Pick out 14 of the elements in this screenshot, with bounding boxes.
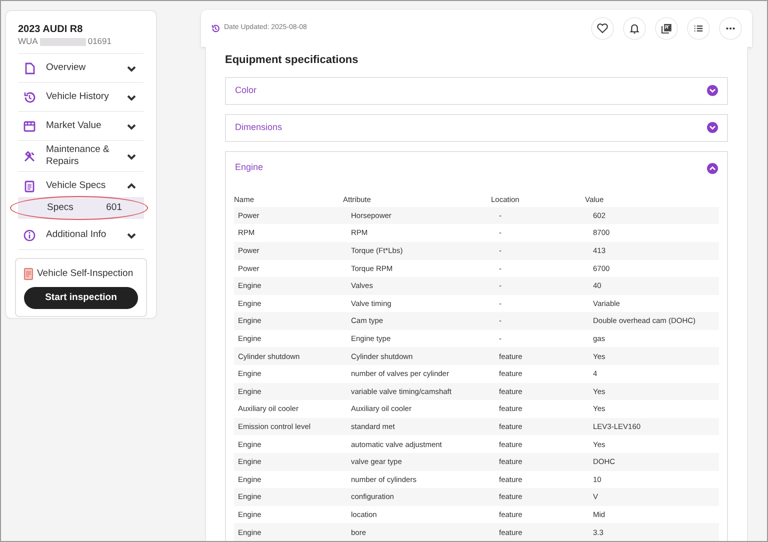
vin-text: WUA bbox=[18, 36, 38, 47]
vehicle-title: 2023 AUDI R8 bbox=[18, 23, 84, 36]
sidebar-item[interactable]: Maintenance & Repairs bbox=[18, 141, 144, 172]
sidebar-item[interactable]: Overview bbox=[18, 54, 144, 83]
sidebar-item[interactable]: Market Value bbox=[18, 112, 144, 141]
start-inspection-button[interactable]: Start inspection bbox=[24, 287, 138, 310]
inspection-title: Vehicle Self-Inspection bbox=[37, 267, 134, 281]
sidebar-item[interactable]: Vehicle History bbox=[18, 83, 144, 112]
accordion-header[interactable]: Engine bbox=[226, 152, 727, 185]
sidebar-item[interactable]: Additional Info bbox=[18, 221, 144, 250]
vin-text: 01691 bbox=[88, 36, 112, 47]
section-title: Equipment specifications bbox=[225, 53, 360, 68]
accordion-header[interactable]: Dimensions bbox=[226, 114, 727, 141]
accordion-header[interactable]: Color bbox=[226, 78, 727, 104]
